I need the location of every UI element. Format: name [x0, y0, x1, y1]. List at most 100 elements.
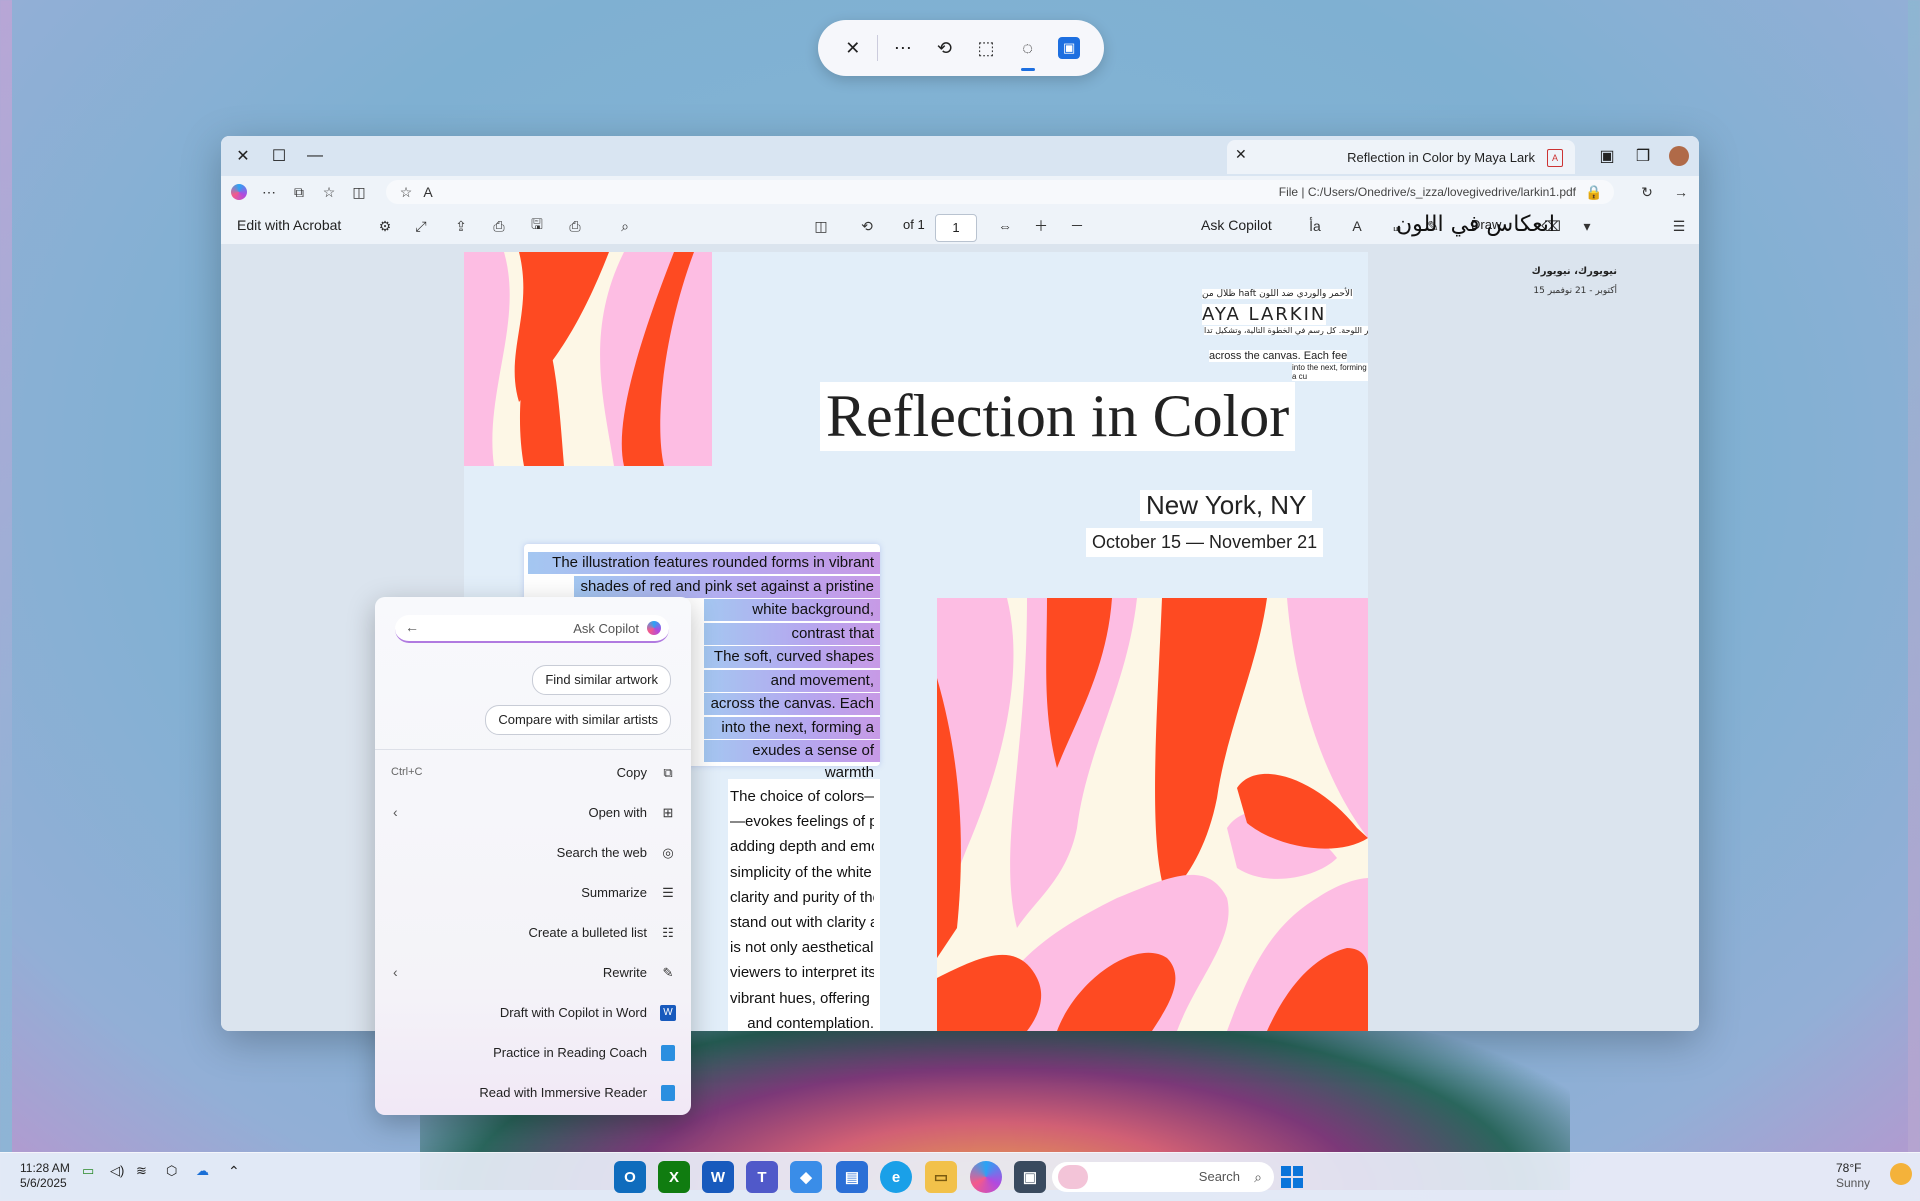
address-row: ⋯ ⧉ ☆ ◫ ☆ A File | C:/Users/Onedrive/s_i…: [221, 176, 1699, 208]
rect-snip-icon[interactable]: ⬚: [969, 31, 1003, 65]
rotate-icon[interactable]: ⟲: [855, 214, 879, 238]
add-favorite-icon[interactable]: ☆: [394, 180, 418, 204]
chip-compare-artists[interactable]: Compare with similar artists: [485, 705, 671, 735]
selected-text-line[interactable]: white background, creatin: [704, 599, 880, 640]
dropdown-icon[interactable]: ▾: [1575, 214, 1599, 238]
task-view-icon[interactable]: ▣: [1014, 1161, 1046, 1193]
chip-find-similar-artwork[interactable]: Find similar artwork: [532, 665, 671, 695]
workspaces-icon[interactable]: ❒: [1629, 142, 1657, 170]
taskbar-search[interactable]: ⌕ Search: [1052, 1162, 1274, 1192]
copilot-icon[interactable]: [227, 180, 251, 204]
weather-temp: 78°F: [1836, 1161, 1862, 1175]
body-text-line: —evokes feelings of passi: [730, 813, 874, 831]
sun-icon: [1890, 1163, 1912, 1185]
free-snip-icon[interactable]: ⟲: [927, 31, 961, 65]
page-total: of 1: [903, 217, 925, 232]
xbox-icon[interactable]: X: [658, 1161, 690, 1193]
edge-icon[interactable]: e: [880, 1161, 912, 1193]
contents-icon[interactable]: ☰: [1667, 214, 1691, 238]
copilot-snip-button[interactable]: ▣: [1052, 31, 1086, 65]
refresh-icon[interactable]: ↻: [1635, 180, 1659, 204]
back-icon[interactable]: →: [1669, 180, 1693, 204]
menu-item-rewrite[interactable]: ‹ Rewrite ✎: [375, 953, 691, 993]
lasso-icon[interactable]: ◌: [1011, 31, 1045, 71]
title-bar: ✕ ☐ — ＋ ✕ Reflection in Color by Maya La…: [221, 136, 1699, 176]
tab-title: Reflection in Color by Maya Lark: [1347, 149, 1535, 165]
close-window-icon[interactable]: ✕: [229, 142, 257, 170]
menu-item-open-with[interactable]: ‹ Open with ⊞: [375, 793, 691, 833]
close-icon[interactable]: ✕: [836, 31, 870, 65]
menu-item-summarize[interactable]: Summarize ☰: [375, 873, 691, 913]
volume-icon[interactable]: ◁): [110, 1163, 124, 1179]
battery-icon[interactable]: ▭: [82, 1163, 94, 1179]
selected-text-line[interactable]: across the canvas. Each fo: [704, 693, 880, 734]
page-number-input[interactable]: 1: [935, 214, 977, 242]
security-icon[interactable]: ⬡: [166, 1163, 177, 1179]
save-icon[interactable]: 🖫: [525, 214, 549, 238]
word-app-icon[interactable]: W: [702, 1161, 734, 1193]
more-icon[interactable]: ⋯: [886, 31, 920, 65]
split-screen-icon[interactable]: ◫: [347, 180, 371, 204]
save-as-icon[interactable]: ⎙: [487, 214, 511, 238]
summarize-icon: ☰: [662, 885, 674, 900]
translate-icon[interactable]: ﺃa: [1303, 214, 1327, 238]
minimize-icon[interactable]: —: [301, 142, 329, 170]
selected-text-line[interactable]: The illustration features rounded forms …: [528, 552, 880, 574]
menu-item-bulleted-list[interactable]: Create a bulleted list ☷: [375, 913, 691, 953]
search-icon[interactable]: ⌕: [613, 214, 637, 238]
body-text-line: stand out with clarity and: [730, 914, 874, 931]
tab-reflection-in-color[interactable]: ✕ Reflection in Color by Maya Lark A: [1227, 140, 1575, 174]
outlook-icon[interactable]: O: [614, 1161, 646, 1193]
selected-text-line[interactable]: contrast that immediately: [704, 622, 880, 664]
print-icon[interactable]: ⎙: [563, 214, 587, 238]
selected-text-line[interactable]: and movement, suggestin: [704, 669, 880, 711]
tab-actions-icon[interactable]: ▣: [1593, 142, 1621, 170]
settings-icon[interactable]: ⚙: [373, 214, 397, 238]
ask-copilot-input[interactable]: ← Ask Copilot: [395, 615, 669, 643]
menu-item-label: Search the web: [556, 845, 647, 860]
avatar[interactable]: [1665, 142, 1693, 170]
menu-item-copy[interactable]: Ctrl+C Copy ⧉: [375, 753, 691, 793]
copilot-app-icon[interactable]: [970, 1161, 1002, 1193]
menu-item-search-web[interactable]: Search the web ◎: [375, 833, 691, 873]
zoom-out-icon[interactable]: －: [1065, 214, 1089, 238]
menu-item-immersive-reader[interactable]: Read with Immersive Reader: [375, 1073, 691, 1113]
search-icon: ⌕: [1254, 1169, 1262, 1185]
menu-item-reading-coach[interactable]: Practice in Reading Coach: [375, 1033, 691, 1073]
maximize-icon[interactable]: ☐: [265, 142, 293, 170]
clock[interactable]: 11:28 AM 5/6/2025: [20, 1161, 70, 1191]
wifi-icon[interactable]: ≋: [136, 1163, 147, 1179]
address-bar[interactable]: ☆ A File | C:/Users/Onedrive/s_izza/love…: [386, 180, 1614, 204]
selected-text-line[interactable]: into the next, forming a co: [704, 716, 880, 758]
onedrive-icon[interactable]: ☁: [196, 1163, 209, 1179]
close-tab-icon[interactable]: ✕: [1235, 146, 1247, 163]
store-icon[interactable]: ▤: [836, 1161, 868, 1193]
arabic-title: انعكاس في اللون: [1395, 212, 1555, 237]
selected-text-line[interactable]: shades of red and pink set against a pri…: [574, 575, 880, 598]
read-aloud-icon[interactable]: A: [416, 180, 440, 204]
ask-copilot-button[interactable]: Ask Copilot: [1201, 217, 1272, 233]
favorites-icon[interactable]: ☆: [317, 180, 341, 204]
collections-icon[interactable]: ⧉: [287, 180, 311, 204]
back-arrow-icon[interactable]: ←: [405, 619, 419, 635]
page-view-icon[interactable]: ◫: [809, 214, 833, 238]
body-text-line: adding depth and emotion: [730, 838, 874, 856]
file-explorer-icon[interactable]: ▭: [925, 1161, 957, 1193]
selected-text-line[interactable]: exudes a sense of warmth: [704, 740, 880, 781]
teams-icon[interactable]: T: [746, 1161, 778, 1193]
text-icon[interactable]: A: [1345, 214, 1369, 238]
more-icon[interactable]: ⋯: [257, 180, 281, 204]
selected-text-line[interactable]: The soft, curved shapes co: [704, 646, 880, 687]
fullscreen-icon[interactable]: ⤢: [409, 214, 433, 238]
copilot-key-icon[interactable]: ◆: [790, 1161, 822, 1193]
share-icon[interactable]: ⇪: [449, 214, 473, 238]
menu-item-draft-word[interactable]: Draft with Copilot in Word W: [375, 993, 691, 1033]
show-hidden-icons[interactable]: ⌃: [228, 1163, 240, 1180]
fit-width-icon[interactable]: ⇔: [993, 214, 1017, 238]
zoom-in-icon[interactable]: ＋: [1029, 214, 1053, 238]
start-button[interactable]: [1276, 1161, 1308, 1193]
edit-with-acrobat-button[interactable]: Edit with Acrobat: [237, 217, 341, 233]
arabic-location: نيويورك، نيويورك: [1531, 266, 1617, 277]
divider: [877, 35, 879, 61]
body-text-line: and contemplation.: [747, 1014, 874, 1031]
